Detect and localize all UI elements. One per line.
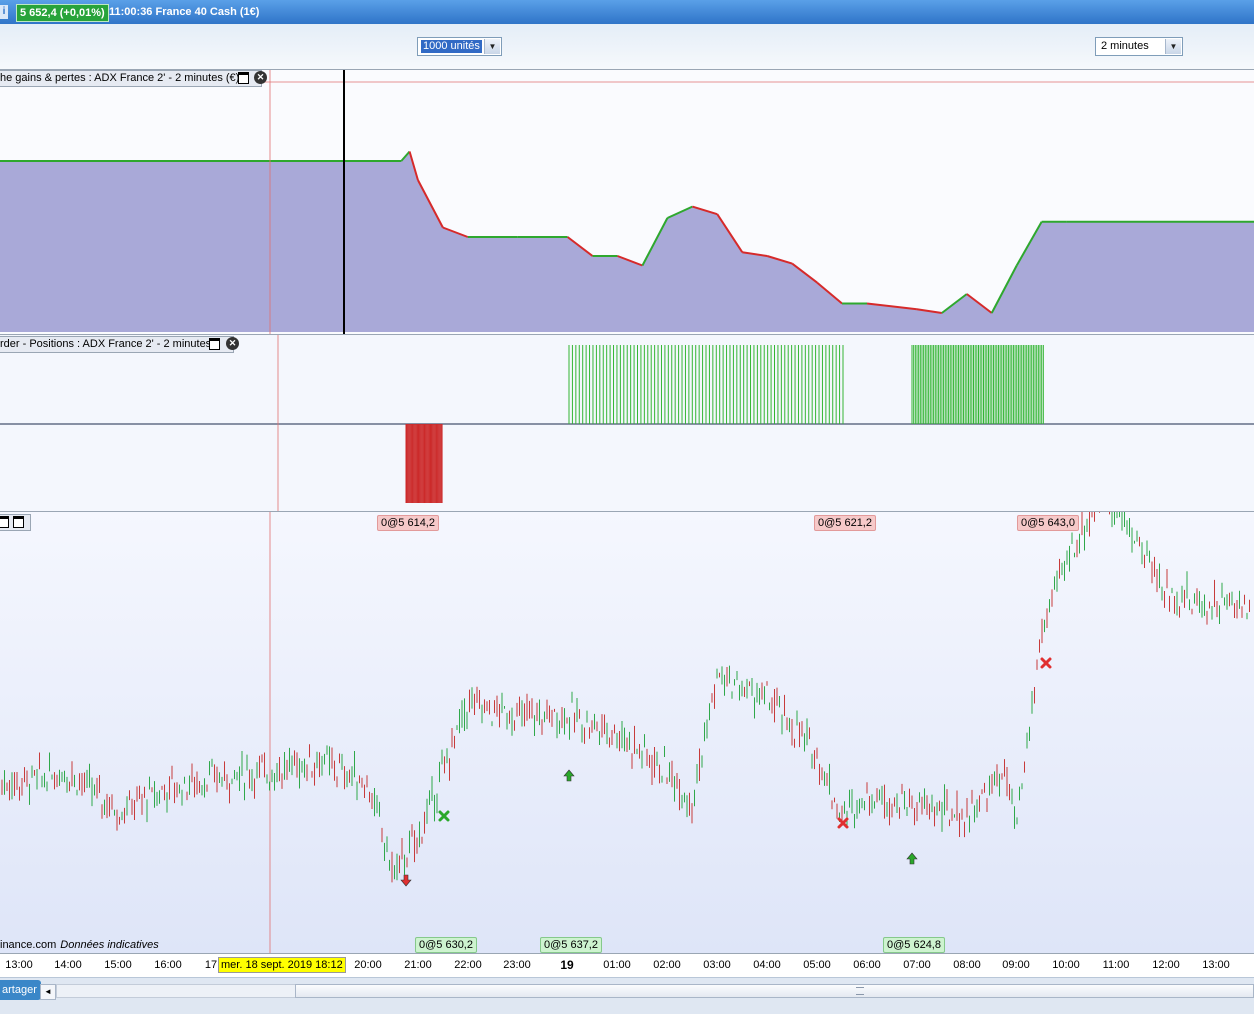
order-tag-buy[interactable]: 0@5 624,8: [883, 937, 945, 953]
scrollbar-thumb[interactable]: [295, 984, 1254, 998]
share-button[interactable]: artager: [0, 980, 41, 1000]
buy-arrow-icon: [563, 769, 575, 782]
info-icon[interactable]: i: [0, 5, 8, 19]
positions-chart: [0, 335, 1254, 511]
time-tick: 07:00: [903, 959, 931, 971]
units-select-value: 1000 unités: [421, 40, 482, 53]
time-tick: 21:00: [404, 959, 432, 971]
time-tick: 14:00: [54, 959, 82, 971]
maximize-icon[interactable]: [209, 338, 220, 350]
timeframe-select-value: 2 minutes: [1101, 40, 1149, 52]
time-tick-day: 19: [560, 958, 574, 972]
restore-icon[interactable]: [0, 516, 9, 528]
positions-panel-label: rder - Positions : ADX France 2' - 2 min…: [0, 336, 239, 353]
scroll-left-icon[interactable]: ◄: [40, 984, 56, 1000]
pnl-panel-label: he gains & pertes : ADX France 2' - 2 mi…: [0, 70, 267, 87]
order-tag-exit[interactable]: 0@5 643,0: [1017, 515, 1079, 531]
source-watermark: inance.com Données indicatives: [0, 939, 159, 952]
maximize-icon[interactable]: [13, 516, 24, 528]
window-title: 11:00:36 France 40 Cash (1€): [109, 6, 260, 18]
time-tick: 01:00: [603, 959, 631, 971]
data-disclaimer: Données indicatives: [60, 939, 159, 951]
units-select[interactable]: 1000 unités ▼: [417, 37, 502, 56]
toolbar: [0, 24, 1254, 70]
time-tick: 16:00: [154, 959, 182, 971]
order-tag-buy[interactable]: 0@5 637,2: [540, 937, 602, 953]
time-tick: 13:00: [5, 959, 33, 971]
price-badge: 5 652,4 (+0,01%): [16, 4, 109, 22]
order-tag-exit[interactable]: 0@5 621,2: [814, 515, 876, 531]
time-tick: 06:00: [853, 959, 881, 971]
time-tick: 02:00: [653, 959, 681, 971]
time-tick: 09:00: [1002, 959, 1030, 971]
time-tick-day: 17: [204, 959, 218, 971]
order-tag-sell[interactable]: 0@5 614,2: [377, 515, 439, 531]
pnl-area: [0, 151, 1254, 332]
exit-cross-icon: [1040, 657, 1052, 669]
order-tag-exit[interactable]: 0@5 630,2: [415, 937, 477, 953]
scrollbar-grip-icon: [856, 987, 864, 995]
pnl-panel-title: he gains & pertes : ADX France 2' - 2 mi…: [0, 72, 240, 84]
price-chart: [1, 512, 1250, 954]
time-tick: 11:00: [1102, 959, 1130, 971]
close-icon[interactable]: ✕: [226, 337, 239, 350]
time-tick: 13:00: [1202, 959, 1230, 971]
pnl-chart-panel[interactable]: he gains & pertes : ADX France 2' - 2 mi…: [0, 69, 1254, 334]
time-tick: 23:00: [503, 959, 531, 971]
positions-panel-title: rder - Positions : ADX France 2' - 2 min…: [0, 338, 212, 350]
time-axis[interactable]: 13:00 14:00 15:00 16:00 17 20:00 21:00 2…: [0, 953, 1254, 977]
close-icon[interactable]: ✕: [254, 71, 267, 84]
chevron-down-icon[interactable]: ▼: [484, 39, 500, 54]
maximize-icon[interactable]: [238, 72, 249, 84]
positions-panel[interactable]: rder - Positions : ADX France 2' - 2 min…: [0, 334, 1254, 511]
source-name: inance.com: [0, 939, 57, 951]
time-tick: 20:00: [354, 959, 382, 971]
time-tick: 03:00: [703, 959, 731, 971]
timeframe-select[interactable]: 2 minutes ▼: [1095, 37, 1183, 56]
cursor-date-label: mer. 18 sept. 2019 18:12: [218, 957, 346, 973]
buy-arrow-icon: [906, 852, 918, 865]
time-tick: 10:00: [1052, 959, 1080, 971]
price-panel-label: [0, 514, 31, 531]
time-tick: 22:00: [454, 959, 482, 971]
time-tick: 08:00: [953, 959, 981, 971]
statusbar: artager ◄: [0, 977, 1254, 1014]
exit-cross-icon: [438, 810, 450, 822]
time-tick: 12:00: [1152, 959, 1180, 971]
time-tick: 04:00: [753, 959, 781, 971]
exit-cross-icon: [837, 817, 849, 829]
pnl-chart: [0, 70, 1254, 334]
chevron-down-icon[interactable]: ▼: [1165, 39, 1181, 54]
time-tick: 15:00: [104, 959, 132, 971]
time-tick: 05:00: [803, 959, 831, 971]
window-titlebar: i 5 652,4 (+0,01%) 11:00:36 France 40 Ca…: [0, 0, 1254, 24]
price-chart-panel[interactable]: 0@5 614,2 0@5 621,2 0@5 643,0 0@5 630,2 …: [0, 511, 1254, 954]
sell-arrow-icon: [400, 874, 412, 887]
